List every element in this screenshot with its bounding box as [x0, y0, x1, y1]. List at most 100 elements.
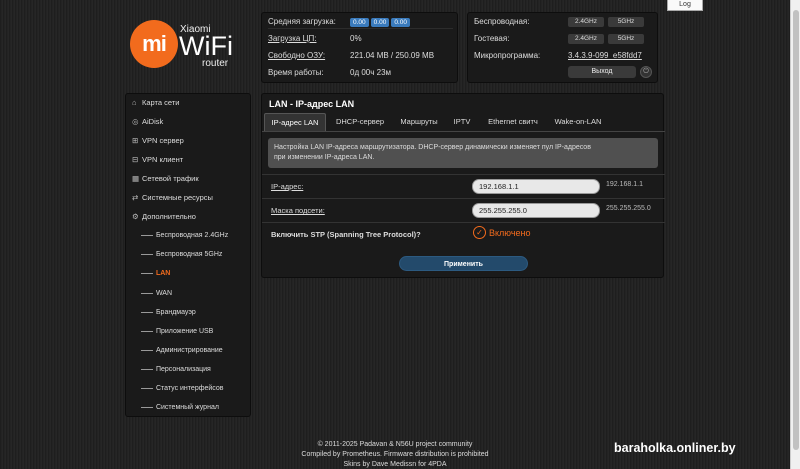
- apply-button[interactable]: Применить: [399, 256, 528, 271]
- wireless-24ghz-badge[interactable]: 2.4GHz: [568, 17, 604, 27]
- tab-lan-ip[interactable]: IP-адрес LAN: [264, 113, 326, 131]
- network-status-panel: Беспроводная: 2.4GHz 5GHz Гостевая: 2.4G…: [467, 12, 658, 83]
- sidebar-subitem-syslog[interactable]: Системный журнал: [141, 399, 219, 416]
- sidebar-subitem-firewall[interactable]: Брандмауэр: [141, 304, 196, 321]
- tab-iptv[interactable]: IPTV: [446, 113, 478, 131]
- stp-toggle-label[interactable]: Включено: [489, 228, 531, 238]
- subnet-mask-label[interactable]: Маска подсети:: [271, 206, 325, 215]
- cpu-load-values: 0.00 0.00 0.00: [350, 15, 412, 29]
- sidebar-item-advanced[interactable]: ⚙ Дополнительно: [132, 208, 196, 225]
- tab-dhcp[interactable]: DHCP-сервер: [328, 113, 392, 131]
- sidebar-item-label: VPN клиент: [142, 155, 184, 164]
- sidebar-subitem-usb[interactable]: Приложение USB: [141, 323, 213, 340]
- cpu-usage-label[interactable]: Загрузка ЦП:: [268, 32, 316, 46]
- logout-button[interactable]: Выход: [568, 66, 636, 78]
- sidebar-item-resources[interactable]: ⇄ Системные ресурсы: [132, 189, 213, 206]
- subnet-mask-row: Маска подсети: 255.255.255.0: [262, 198, 665, 222]
- scrollbar-thumb[interactable]: [793, 10, 799, 450]
- firmware-label: Микропрограмма:: [474, 51, 541, 60]
- tab-divider: [262, 131, 665, 132]
- system-status-panel: Средняя загрузка: 0.00 0.00 0.00 Загрузка …: [261, 12, 458, 83]
- sidebar-subitem-admin[interactable]: Администрирование: [141, 342, 223, 359]
- watermark-text: baraholka.onliner.by: [614, 441, 736, 455]
- settings-icon: ⚙: [132, 212, 139, 221]
- footer-skins: Skins by Dave Medissn for 4PDA: [343, 461, 447, 468]
- check-icon[interactable]: ✓: [473, 226, 486, 239]
- mi-logo-icon: mi: [130, 20, 178, 68]
- sidebar-subitem-wifi-5[interactable]: Беспроводная 5GHz: [141, 246, 222, 263]
- sidebar-subitem-lan[interactable]: LAN: [141, 265, 170, 282]
- footer-compiled: Compiled by Prometheus. Firmware distrib…: [301, 451, 489, 458]
- sidebar-subitem-label: Системный журнал: [155, 404, 219, 411]
- footer: © 2011-2025 Padavan & N56U project commu…: [270, 440, 520, 469]
- log-button[interactable]: Log: [667, 0, 703, 11]
- tab-ethernet-switch[interactable]: Ethernet свитч: [480, 113, 546, 131]
- load-5m-badge: 0.00: [370, 18, 390, 27]
- page-title: LAN - IP-адрес LAN: [269, 99, 355, 109]
- sidebar-item-vpn-server[interactable]: ⊞ VPN сервер: [132, 132, 184, 149]
- sidebar-item-network-map[interactable]: ⌂ Карта сети: [132, 94, 179, 111]
- stp-label: Включить STP (Spanning Tree Protocol)?: [271, 230, 421, 239]
- sidebar-subitem-label: Беспроводная 2.4GHz: [155, 232, 229, 239]
- sidebar-item-aidisk[interactable]: ◎ AiDisk: [132, 113, 163, 130]
- sidebar-subitem-interfaces[interactable]: Статус интерфейсов: [141, 380, 223, 397]
- wireless-5ghz-badge[interactable]: 5GHz: [608, 17, 644, 27]
- vpn-server-icon: ⊞: [132, 136, 139, 145]
- dash-icon: [141, 234, 153, 236]
- dash-icon: [141, 406, 153, 408]
- tab-bar: IP-адрес LAN DHCP-сервер Маршруты IPTV E…: [264, 113, 662, 131]
- dash-icon: [141, 368, 153, 370]
- disk-icon: ◎: [132, 117, 139, 126]
- sidebar-subitem-label: Персонализация: [155, 366, 211, 373]
- logo-router-text: router: [202, 58, 229, 69]
- sidebar-item-label: Системные ресурсы: [142, 193, 213, 202]
- load-15m-badge: 0.00: [391, 18, 410, 27]
- ip-address-input[interactable]: [472, 179, 600, 194]
- ip-address-label[interactable]: IP-адрес:: [271, 182, 303, 191]
- logo-wifi-text: WiFi: [179, 31, 233, 61]
- map-icon: ⌂: [132, 98, 137, 107]
- sidebar-item-label: Сетевой трафик: [142, 174, 199, 183]
- sidebar-item-label: Карта сети: [142, 98, 180, 107]
- guest-24ghz-badge[interactable]: 2.4GHz: [568, 34, 604, 44]
- ip-address-row: IP-адрес: 192.168.1.1: [262, 174, 665, 198]
- firmware-value[interactable]: 3.4.3.9-099_e58fdd7: [568, 49, 642, 63]
- dash-icon: [141, 387, 153, 389]
- ram-label[interactable]: Свободно ОЗУ:: [268, 49, 325, 63]
- sidebar-subitem-label: Администрирование: [155, 347, 223, 354]
- sidebar-subitem-wan[interactable]: WAN: [141, 285, 172, 302]
- sidebar-item-vpn-client[interactable]: ⊟ VPN клиент: [132, 151, 183, 168]
- sidebar-subitem-personalization[interactable]: Персонализация: [141, 361, 211, 378]
- tab-routes[interactable]: Маршруты: [394, 113, 444, 131]
- info-box: Настройка LAN IP-адреса маршрутизатора. …: [268, 138, 658, 168]
- resources-icon: ⇄: [132, 193, 139, 202]
- sidebar-subitem-label: LAN: [155, 270, 171, 277]
- sidebar-item-label: VPN сервер: [142, 136, 184, 145]
- tab-wake-on-lan[interactable]: Wake-on-LAN: [548, 113, 608, 131]
- sidebar-menu: ⌂ Карта сети ◎ AiDisk ⊞ VPN сервер ⊟ VPN кли…: [125, 93, 251, 417]
- sidebar-subitem-wifi-24[interactable]: Беспроводная 2.4GHz: [141, 227, 228, 244]
- sidebar-item-traffic[interactable]: ▦ Сетевой трафик: [132, 170, 199, 187]
- traffic-icon: ▦: [132, 174, 140, 183]
- dash-icon: [141, 349, 153, 351]
- sidebar-subitem-label: Беспроводная 5GHz: [155, 251, 223, 258]
- sidebar-item-label: Дополнительно: [142, 212, 196, 221]
- power-icon[interactable]: ⏻: [640, 66, 652, 78]
- guest-label: Гостевая:: [474, 34, 510, 43]
- sidebar-subitem-label: Приложение USB: [155, 328, 214, 335]
- sidebar-subitem-label: Брандмауэр: [155, 309, 196, 316]
- ram-value: 221.04 MB / 250.09 MB: [350, 51, 435, 60]
- subnet-mask-input[interactable]: [472, 203, 600, 218]
- uptime-label: Время работы:: [268, 68, 324, 77]
- xiaomi-logo[interactable]: mi Xiaomi WiFi router: [130, 20, 240, 70]
- info-text-line1: Настройка LAN IP-адреса маршрутизатора. …: [274, 144, 591, 151]
- sidebar-subitem-label: Статус интерфейсов: [155, 385, 224, 392]
- vertical-scrollbar[interactable]: [790, 0, 800, 469]
- guest-5ghz-badge[interactable]: 5GHz: [608, 34, 644, 44]
- dash-icon: [141, 311, 153, 313]
- dash-icon: [141, 330, 153, 332]
- footer-copyright: © 2011-2025 Padavan & N56U project commu…: [317, 441, 473, 448]
- sidebar-subitem-label: WAN: [155, 290, 173, 297]
- dash-icon: [141, 292, 153, 294]
- subnet-mask-default: 255.255.255.0: [606, 205, 651, 212]
